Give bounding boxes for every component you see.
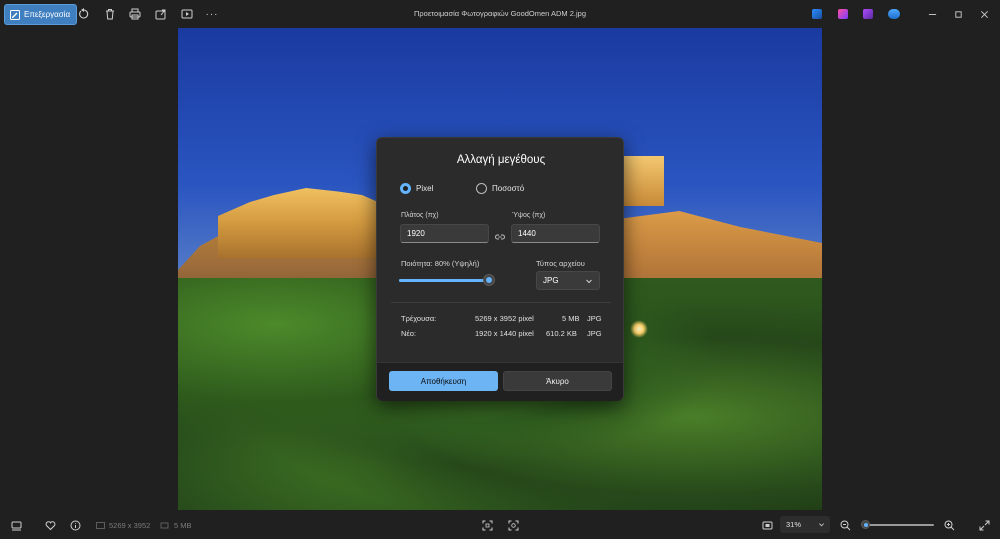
resize-dialog: Αλλαγή μεγέθους Pixel Ποσοστό Πλάτος (πχ… <box>376 137 624 401</box>
more-options-icon[interactable]: ··· <box>205 7 219 21</box>
file-size-icon <box>158 519 170 531</box>
save-button[interactable]: Αποθήκευση <box>389 371 498 391</box>
visual-search-icon[interactable] <box>507 519 519 531</box>
edit-button[interactable]: Επεξεργασία <box>4 4 78 25</box>
filetype-label: Τύπος αρχείου <box>536 259 585 268</box>
image-dimensions: 5269 x 3952 <box>109 521 151 530</box>
new-dimensions: 1920 x 1440 pixel <box>475 329 534 338</box>
clipchamp-app-icon[interactable] <box>812 9 822 19</box>
current-size: 5 MB <box>562 314 580 323</box>
zoom-out-icon[interactable] <box>839 519 851 531</box>
favorite-heart-icon[interactable] <box>44 519 56 531</box>
maximize-icon[interactable] <box>952 8 964 20</box>
radio-percent[interactable]: Ποσοστό <box>476 183 524 194</box>
photo-light <box>630 320 648 338</box>
share-icon[interactable] <box>154 7 168 21</box>
radio-pixel-label: Pixel <box>416 184 434 193</box>
zoom-slider-track[interactable] <box>862 524 934 526</box>
chevron-down-icon <box>586 279 592 284</box>
edit-image-icon <box>10 9 20 20</box>
zoom-dropdown[interactable]: 31% <box>780 516 830 533</box>
minimize-icon[interactable] <box>926 8 938 20</box>
new-label: Νέο: <box>401 329 417 338</box>
current-type: JPG <box>587 314 602 323</box>
quality-label: Ποιότητα: 80% (Υψηλή) <box>401 259 480 268</box>
zoom-in-icon[interactable] <box>943 519 955 531</box>
zoom-slider-thumb[interactable] <box>861 520 870 529</box>
rotate-icon[interactable] <box>77 7 91 21</box>
bottom-statusbar: 5269 x 3952 5 MB 31% <box>0 510 1000 539</box>
crop-fit-icon[interactable] <box>481 519 493 531</box>
width-field[interactable]: 1920 <box>400 224 489 243</box>
chevron-down-icon <box>819 523 824 527</box>
dialog-divider <box>391 302 611 303</box>
close-icon[interactable] <box>978 8 990 20</box>
radio-percent-label: Ποσοστό <box>492 184 525 193</box>
radio-percent-indicator[interactable] <box>476 183 487 194</box>
width-label: Πλάτος (πχ) <box>401 212 439 219</box>
edit-button-label: Επεξεργασία <box>24 10 71 19</box>
window-title: Προετοιμασία Φωτογραφιών GoodOmen ADM 2.… <box>413 9 587 18</box>
photos-app: Επεξεργασία ··· Προετοιμασία Φωτογραφιών… <box>0 0 1000 539</box>
fullscreen-icon[interactable] <box>978 519 990 531</box>
slideshow-icon[interactable] <box>180 7 194 21</box>
quality-slider-thumb[interactable] <box>483 274 495 286</box>
onedrive-icon[interactable] <box>888 9 900 19</box>
clipchamp-video-icon[interactable] <box>863 9 873 19</box>
filmstrip-icon[interactable] <box>10 519 22 531</box>
cancel-button[interactable]: Άκυρο <box>503 371 612 391</box>
radio-pixel-indicator[interactable] <box>400 183 411 194</box>
current-dimensions: 5269 x 3952 pixel <box>475 314 534 323</box>
filetype-value: JPG <box>543 276 559 285</box>
info-icon[interactable] <box>69 519 81 531</box>
new-size: 610.2 KB <box>546 329 577 338</box>
dimensions-icon <box>94 519 106 531</box>
filetype-select[interactable]: JPG <box>536 271 600 290</box>
height-label: Ύψος (πχ) <box>512 212 546 219</box>
actual-size-icon[interactable] <box>761 519 773 531</box>
image-filesize: 5 MB <box>174 521 192 530</box>
new-type: JPG <box>587 329 602 338</box>
height-field[interactable]: 1440 <box>511 224 600 243</box>
print-icon[interactable] <box>128 7 142 21</box>
lock-aspect-ratio-icon[interactable] <box>495 229 505 240</box>
radio-pixel[interactable]: Pixel <box>400 183 433 194</box>
dialog-title: Αλλαγή μεγέθους <box>456 154 546 166</box>
zoom-value: 31% <box>786 520 802 529</box>
photo-temple-right <box>624 156 664 206</box>
quality-slider-fill <box>399 279 489 282</box>
designer-app-icon[interactable] <box>838 9 848 19</box>
delete-icon[interactable] <box>103 7 117 21</box>
top-toolbar: Επεξεργασία ··· Προετοιμασία Φωτογραφιών… <box>0 0 1000 28</box>
current-label: Τρέχουσα: <box>401 314 437 323</box>
